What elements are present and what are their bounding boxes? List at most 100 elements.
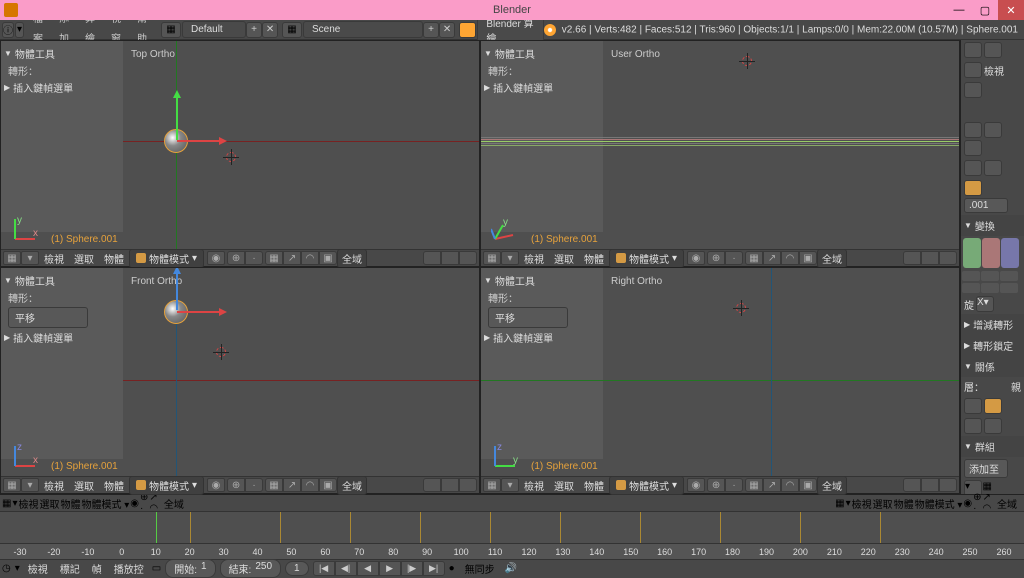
end-frame-field[interactable]: 結束:250 (220, 559, 281, 578)
keyframe-marker[interactable] (490, 512, 491, 543)
editor-type-icon[interactable]: ▦ (483, 478, 501, 492)
keyframe-marker[interactable] (800, 512, 801, 543)
layer-slot-active[interactable] (984, 398, 1002, 414)
menu-collapse-icon[interactable]: ▾ (12, 498, 17, 509)
layers-icon[interactable]: ▦ (265, 478, 283, 492)
mode-dropdown[interactable]: 物體模式 ▾ (129, 476, 204, 495)
shading-icon[interactable]: ◉ (963, 498, 972, 509)
manipulator-rotate-icon[interactable]: ◠ (301, 478, 319, 492)
object-name-field[interactable]: .001 (964, 198, 1008, 213)
orientation-dropdown[interactable]: 全域 (160, 495, 188, 512)
viewport-right[interactable]: 物體工具 轉形： 平移 插入鍵幀選單 Right Ortho (1) Spher… (480, 267, 960, 494)
delete-scene-button[interactable]: ✕ (439, 22, 455, 38)
layer-slot[interactable] (964, 418, 982, 434)
pivot-opt-icon[interactable]: · (245, 251, 263, 265)
pivot-icon[interactable]: ⊕ (707, 251, 725, 265)
keyframe-marker[interactable] (880, 512, 881, 543)
tl-select[interactable]: 選取 (39, 496, 59, 511)
manipulator-rotate-icon[interactable]: ◠ (781, 478, 799, 492)
prop-nav-icon[interactable] (964, 122, 982, 138)
range-icon[interactable]: ▭ (152, 563, 161, 574)
viewport-front[interactable]: 物體工具 轉形： 平移 插入鍵幀選單 Front Ortho (1) Spher… (0, 267, 480, 494)
cursor-3d[interactable] (223, 149, 239, 165)
pivot-icon[interactable]: ⊕ (227, 478, 245, 492)
delete-layout-button[interactable]: ✕ (262, 22, 278, 38)
header-select[interactable]: 選取 (69, 478, 99, 493)
sync-dropdown[interactable]: 無同步 (459, 560, 501, 577)
tl-select[interactable]: 選取 (873, 496, 893, 511)
shading-icon[interactable]: ◉ (687, 251, 705, 265)
menu-collapse-icon[interactable]: ▾ (846, 498, 851, 509)
layer-button[interactable] (903, 478, 921, 492)
cursor-3d[interactable] (739, 53, 755, 69)
audio-icon[interactable]: 🔊 (505, 563, 517, 574)
keyframe-marker[interactable] (350, 512, 351, 543)
tl-menu-frame[interactable]: 幀 (88, 561, 106, 576)
layer-button[interactable] (921, 478, 939, 492)
menu-collapse-icon[interactable]: ▾ (15, 563, 20, 574)
pivot-opt-icon[interactable]: · (725, 478, 743, 492)
keyframe-marker[interactable] (640, 512, 641, 543)
translate-button[interactable]: 平移 (488, 307, 568, 328)
editor-type-icon[interactable]: ▦ (3, 478, 21, 492)
panel-delta[interactable]: 增減轉形 (961, 314, 1024, 335)
shading-icon[interactable]: ◉ (130, 498, 139, 509)
manipulator-scale-icon[interactable]: ▣ (319, 478, 337, 492)
context-data-icon[interactable] (984, 160, 1002, 176)
menu-collapse-icon[interactable]: ▾ (21, 251, 39, 265)
manipulator-rotate-icon[interactable]: ◠ (301, 251, 319, 265)
scene-dropdown[interactable]: Scene (303, 21, 423, 38)
layout-browse-icon[interactable]: ▦ (161, 22, 181, 38)
panel-keyframe[interactable]: 插入鍵幀選單 (4, 80, 120, 95)
editor-type-icon[interactable]: ▦ (2, 498, 11, 509)
add-layout-button[interactable]: + (246, 22, 262, 38)
layers-icon[interactable]: ▦ (745, 251, 763, 265)
pivot-opt-icon[interactable]: · (245, 478, 263, 492)
panel-keyframe[interactable]: 插入鍵幀選單 (484, 330, 600, 345)
prop-tab-icon[interactable] (984, 42, 1002, 58)
tl-object[interactable]: 物體 (894, 496, 914, 511)
header-select[interactable]: 選取 (549, 251, 579, 266)
minimize-button[interactable]: — (946, 0, 972, 20)
manipulator-scale-icon[interactable]: ▣ (799, 478, 817, 492)
transform-xyz[interactable] (961, 236, 1024, 270)
menu-collapse-icon[interactable]: ▾ (501, 251, 519, 265)
keyframe-next-button[interactable]: |▶ (401, 561, 423, 576)
prop-tab-icon[interactable] (964, 62, 982, 78)
layers-icon[interactable]: ▦ (265, 251, 283, 265)
layer-slot[interactable] (964, 398, 982, 414)
gizmo-z-arrow[interactable] (176, 268, 178, 310)
panel-object-tools[interactable]: 物體工具 (484, 273, 600, 288)
gizmo-y-arrow[interactable] (176, 92, 178, 140)
header-view[interactable]: 檢視 (39, 251, 69, 266)
manipulator-icon[interactable]: ↗ (983, 492, 992, 503)
play-button[interactable]: ▶ (379, 561, 401, 576)
layer-button[interactable] (921, 251, 939, 265)
current-frame-field[interactable]: 1 (285, 561, 309, 576)
lock-row[interactable] (961, 270, 1024, 282)
shading-icon[interactable]: ◉ (207, 478, 225, 492)
tl-object[interactable]: 物體 (60, 496, 80, 511)
context-object-icon[interactable] (964, 160, 982, 176)
mode-dropdown[interactable]: 物體模式 ▾ (609, 476, 684, 495)
panel-object-tools[interactable]: 物體工具 (4, 273, 120, 288)
maximize-button[interactable]: ▢ (972, 0, 998, 20)
orientation-dropdown[interactable]: 全域 (817, 476, 847, 495)
tl-menu-view[interactable]: 檢視 (24, 561, 52, 576)
manipulator-translate-icon[interactable]: ↗ (283, 251, 301, 265)
manipulator-translate-icon[interactable]: ↗ (763, 251, 781, 265)
play-reverse-button[interactable]: ◀ (357, 561, 379, 576)
manipulator-translate-icon[interactable]: ↗ (283, 478, 301, 492)
pivot-icon[interactable]: ⊕ (973, 492, 981, 503)
timeline-ruler[interactable]: -30-20-100102030405060708090100110120130… (0, 543, 1024, 559)
viewport-user[interactable]: 物體工具 轉形： 插入鍵幀選單 User Ortho (1) Sphere.00… (480, 40, 960, 267)
layer-button[interactable] (939, 478, 957, 492)
editor-type-icon[interactable]: ▦ (835, 498, 844, 509)
tl-menu-marker[interactable]: 標記 (56, 561, 84, 576)
header-object[interactable]: 物體 (579, 251, 609, 266)
prop-nav-icon[interactable] (984, 122, 1002, 138)
layer-button[interactable] (441, 478, 459, 492)
outliner-collapse-icon[interactable] (964, 82, 982, 98)
header-select[interactable]: 選取 (549, 478, 579, 493)
header-select[interactable]: 選取 (69, 251, 99, 266)
